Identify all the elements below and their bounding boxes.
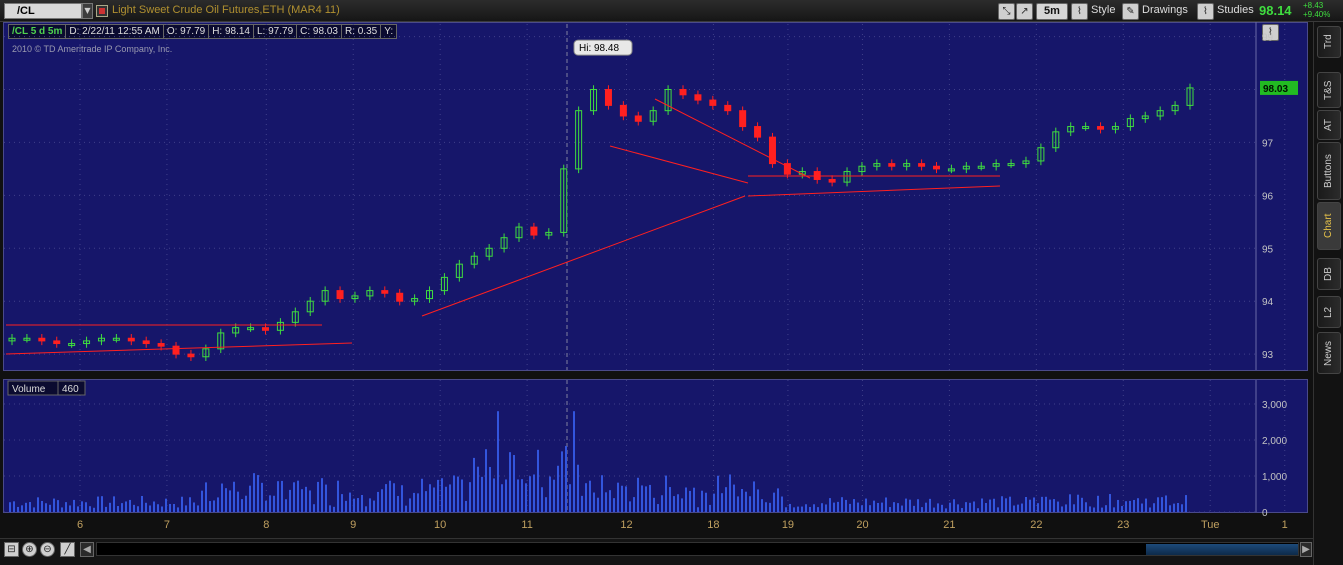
tab-at[interactable]: AT — [1317, 110, 1341, 140]
tab-chart[interactable]: Chart — [1317, 202, 1341, 250]
scroll-right-icon[interactable]: ▶ — [1300, 542, 1312, 557]
candle-body — [381, 290, 389, 294]
x-tick-label: 9 — [350, 519, 356, 531]
zoom-out-icon[interactable]: ⊖ — [40, 542, 55, 557]
candle-body — [604, 89, 612, 106]
x-tick-label: 1 — [1282, 519, 1288, 531]
candle-body — [38, 337, 46, 342]
candle-body — [396, 292, 404, 302]
volume-tick-label: 1,000 — [1262, 472, 1287, 483]
x-tick-label: 21 — [943, 519, 955, 531]
trend-line — [421, 195, 746, 317]
candle-body — [142, 340, 150, 345]
trend-line — [654, 98, 811, 179]
volume-tick-label: 3,000 — [1262, 400, 1287, 411]
bottom-toolbar: ⊟ ⊕ ⊖ ╱ ◀ ▶ — [0, 538, 1313, 565]
volume-tick-label: 0 — [1262, 508, 1268, 519]
volume-tick-label: 2,000 — [1262, 436, 1287, 447]
price-tick-label: 93 — [1262, 350, 1274, 361]
candle-body — [172, 345, 180, 355]
x-tick-label: 23 — [1117, 519, 1129, 531]
tab-ts[interactable]: T&S — [1317, 72, 1341, 108]
candle-body — [53, 340, 61, 345]
candle-body — [933, 165, 941, 170]
x-tick-label: 18 — [707, 519, 719, 531]
candle-body — [157, 343, 165, 347]
tab-news[interactable]: News — [1317, 332, 1341, 374]
horizontal-scrollbar[interactable] — [96, 542, 1299, 556]
x-tick-label: 12 — [620, 519, 632, 531]
x-tick-label: 6 — [77, 519, 83, 531]
last-price-marker-text: 98.03 — [1263, 84, 1288, 95]
tab-l2[interactable]: L2 — [1317, 296, 1341, 328]
chart-window: /CL ▼ Light Sweet Crude Oil Futures,ETH … — [0, 0, 1343, 565]
candle-body — [888, 163, 896, 167]
candle-body — [634, 115, 642, 122]
x-tick-label: 20 — [856, 519, 868, 531]
price-tick-label: 95 — [1262, 244, 1274, 255]
candle-body — [709, 99, 717, 106]
price-tick-label: 99 — [1262, 33, 1274, 44]
x-tick-label: 10 — [434, 519, 446, 531]
candle-body — [754, 126, 762, 138]
price-tick-label: 94 — [1262, 297, 1274, 308]
candle-body — [694, 94, 702, 101]
candle-body — [739, 110, 747, 128]
x-tick-label: 19 — [782, 519, 794, 531]
scrollbar-thumb[interactable] — [1146, 544, 1298, 555]
right-tab-bar: Trd T&S AT Buttons Chart DB L2 News — [1313, 22, 1343, 565]
volume-value: 460 — [62, 384, 79, 395]
price-tick-label: 96 — [1262, 191, 1274, 202]
candle-body — [918, 163, 926, 167]
x-tick-label: 22 — [1030, 519, 1042, 531]
draw-line-icon[interactable]: ╱ — [60, 542, 75, 557]
chart-canvas[interactable]: 6789101112181920212223Tue193949596979899… — [0, 0, 1313, 538]
tab-trd[interactable]: Trd — [1317, 26, 1341, 58]
price-tick-label: 97 — [1262, 138, 1274, 149]
x-tick-label: 11 — [521, 519, 532, 531]
x-tick-label: Tue — [1201, 519, 1220, 531]
volume-label: Volume — [12, 384, 46, 395]
candle-body — [261, 327, 269, 331]
x-tick-label: 7 — [164, 519, 170, 531]
candle-body — [828, 178, 836, 183]
candle-body — [724, 104, 732, 112]
x-tick-label: 8 — [263, 519, 269, 531]
candle-body — [1097, 126, 1105, 130]
expand-icon[interactable]: ⊟ — [4, 542, 19, 557]
scroll-left-icon[interactable]: ◀ — [80, 542, 94, 557]
hi-label: Hi: 98.48 — [579, 43, 619, 54]
tab-db[interactable]: DB — [1317, 258, 1341, 290]
zoom-in-icon[interactable]: ⊕ — [22, 542, 37, 557]
candle-body — [679, 89, 687, 96]
trend-line — [609, 145, 749, 184]
candle-body — [127, 337, 135, 342]
trend-line — [747, 185, 1001, 197]
candle-body — [530, 226, 538, 236]
candle-body — [619, 104, 627, 117]
tab-buttons[interactable]: Buttons — [1317, 142, 1341, 200]
candle-body — [187, 353, 195, 358]
candle-body — [336, 290, 344, 300]
